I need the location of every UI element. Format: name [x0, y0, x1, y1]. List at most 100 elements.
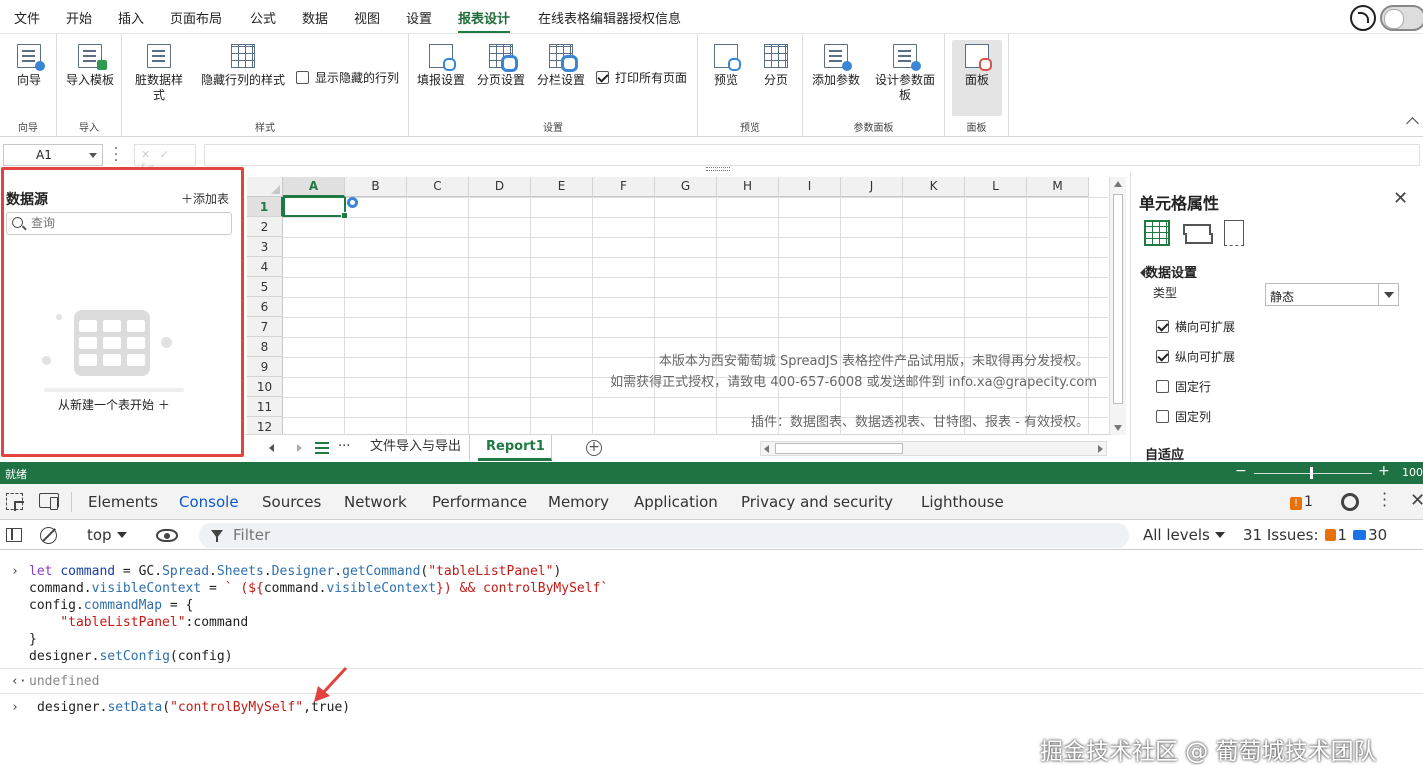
scroll-right-icon[interactable]: [1098, 445, 1103, 453]
import-template-button[interactable]: 导入模板: [61, 44, 119, 88]
row-header-10[interactable]: 10: [247, 377, 283, 397]
column-header-k[interactable]: K: [903, 177, 965, 197]
column-header-c[interactable]: C: [407, 177, 469, 197]
more-tabs-button[interactable]: ···: [338, 439, 350, 454]
menu-tab-formula[interactable]: 公式: [250, 8, 276, 27]
tab-memory[interactable]: Memory: [548, 493, 609, 511]
datasource-search[interactable]: [6, 212, 232, 235]
menu-tab-file[interactable]: 文件: [14, 8, 40, 27]
row-header-8[interactable]: 8: [247, 337, 283, 357]
select-all-corner[interactable]: [247, 177, 283, 197]
table-icon[interactable]: [1144, 220, 1170, 246]
vertical-scrollbar[interactable]: [1109, 177, 1126, 435]
scroll-thumb[interactable]: [775, 443, 903, 454]
zoom-in-button[interactable]: +: [1378, 463, 1390, 479]
column-header-e[interactable]: E: [531, 177, 593, 197]
datasource-search-input[interactable]: [31, 216, 221, 230]
column-header-b[interactable]: B: [345, 177, 407, 197]
menu-tab-report-design[interactable]: 报表设计: [458, 8, 511, 34]
column-header-a[interactable]: A: [283, 177, 345, 197]
create-table-link[interactable]: 从新建一个表开始 ＋: [58, 396, 170, 413]
check-fixed-column[interactable]: 固定列: [1156, 408, 1211, 425]
menu-tab-license-info[interactable]: 在线表格编辑器授权信息: [538, 8, 681, 27]
chevron-down-icon[interactable]: [89, 153, 97, 158]
show-hidden-box[interactable]: [296, 71, 309, 84]
settings-gear-icon[interactable]: [1341, 493, 1359, 511]
print-all-box[interactable]: [596, 71, 609, 84]
tab-application[interactable]: Application: [634, 493, 718, 511]
horizontal-scrollbar[interactable]: [760, 441, 1107, 456]
column-header-f[interactable]: F: [593, 177, 655, 197]
close-icon[interactable]: ✕: [1393, 188, 1408, 209]
section-autofit[interactable]: 自适应: [1145, 444, 1184, 463]
zoom-slider-thumb[interactable]: [1310, 467, 1313, 479]
row-header-1[interactable]: 1: [247, 197, 283, 217]
context-select[interactable]: top: [87, 526, 127, 544]
log-levels-select[interactable]: All levels: [1143, 526, 1225, 544]
tab-elements[interactable]: Elements: [88, 493, 158, 511]
nav-right-icon[interactable]: [297, 444, 302, 452]
column-header-h[interactable]: H: [717, 177, 779, 197]
console-input-line[interactable]: designer.setData("controlByMySelf",true): [37, 699, 350, 716]
tab-lighthouse[interactable]: Lighthouse: [921, 493, 1004, 511]
clear-console-icon[interactable]: [40, 527, 57, 544]
sheet-list-icon[interactable]: [315, 442, 329, 454]
show-hidden-checkbox[interactable]: 显示隐藏的行列: [296, 69, 399, 86]
active-cell[interactable]: [283, 196, 348, 219]
cell-settings-icon[interactable]: [347, 197, 358, 208]
menu-tab-home[interactable]: 开始: [66, 8, 92, 27]
zoom-slider[interactable]: [1254, 473, 1372, 474]
row-header-2[interactable]: 2: [247, 217, 283, 237]
checkbox[interactable]: [1156, 380, 1169, 393]
console-filter[interactable]: [199, 523, 1129, 548]
page-icon[interactable]: [1224, 220, 1244, 246]
tab-performance[interactable]: Performance: [432, 493, 527, 511]
column-header-m[interactable]: M: [1027, 177, 1089, 197]
cell-grid[interactable]: [283, 197, 1108, 437]
console-filter-input[interactable]: [233, 526, 633, 544]
menu-tab-data[interactable]: 数据: [302, 8, 328, 27]
column-header-j[interactable]: J: [841, 177, 903, 197]
menu-tab-page-layout[interactable]: 页面布局: [170, 8, 222, 27]
column-header-l[interactable]: L: [965, 177, 1027, 197]
theme-toggle[interactable]: [1380, 5, 1423, 31]
scroll-down-icon[interactable]: [1114, 425, 1122, 431]
column-header-i[interactable]: I: [779, 177, 841, 197]
scroll-thumb[interactable]: [1113, 194, 1123, 404]
more-vertical-icon[interactable]: · · ·: [1382, 486, 1387, 514]
check-fixed-row[interactable]: 固定行: [1156, 378, 1211, 395]
spreadsheet[interactable]: 本版本为西安葡萄城 SpreadJS 表格控件产品试用版，未取得再分发授权。 如…: [245, 175, 1128, 462]
dirty-style-button[interactable]: 脏数据样式: [130, 44, 188, 103]
add-sheet-button[interactable]: +: [586, 440, 602, 456]
sheet-tab-report1[interactable]: Report1: [478, 435, 552, 461]
page-button[interactable]: 分页: [756, 44, 796, 88]
print-all-checkbox[interactable]: 打印所有页面: [596, 69, 687, 86]
type-select[interactable]: 静态: [1265, 283, 1399, 306]
column-header-g[interactable]: G: [655, 177, 717, 197]
tab-privacy-security[interactable]: Privacy and security: [741, 493, 893, 511]
row-header-6[interactable]: 6: [247, 297, 283, 317]
wizard-button[interactable]: 向导: [8, 44, 50, 88]
issues-counter[interactable]: 31 Issues: 1 30: [1243, 526, 1387, 544]
add-table-button[interactable]: ＋添加表: [181, 190, 229, 207]
tab-sources[interactable]: Sources: [262, 493, 321, 511]
tab-console[interactable]: Console: [171, 493, 247, 522]
column-header-d[interactable]: D: [469, 177, 531, 197]
checkbox[interactable]: [1156, 350, 1169, 363]
nav-left-icon[interactable]: [269, 444, 274, 452]
chevron-down-icon[interactable]: [1378, 284, 1398, 305]
check-horizontal-expand[interactable]: 横向可扩展: [1156, 318, 1235, 335]
design-param-button[interactable]: 设计参数面板: [871, 44, 939, 103]
row-header-9[interactable]: 9: [247, 357, 283, 377]
add-param-button[interactable]: 添加参数: [809, 44, 863, 88]
formula-input[interactable]: [204, 144, 1420, 166]
panel-button[interactable]: 面板: [957, 44, 997, 88]
name-box[interactable]: A1: [3, 144, 103, 166]
preview-button[interactable]: 预览: [706, 44, 746, 88]
menu-tab-settings[interactable]: 设置: [406, 8, 432, 27]
device-toolbar-icon[interactable]: [39, 493, 59, 510]
console-sidebar-icon[interactable]: [6, 528, 22, 542]
check-vertical-expand[interactable]: 纵向可扩展: [1156, 348, 1235, 365]
scroll-left-icon[interactable]: [764, 445, 769, 453]
more-vertical-icon[interactable]: · · ·: [112, 142, 120, 168]
